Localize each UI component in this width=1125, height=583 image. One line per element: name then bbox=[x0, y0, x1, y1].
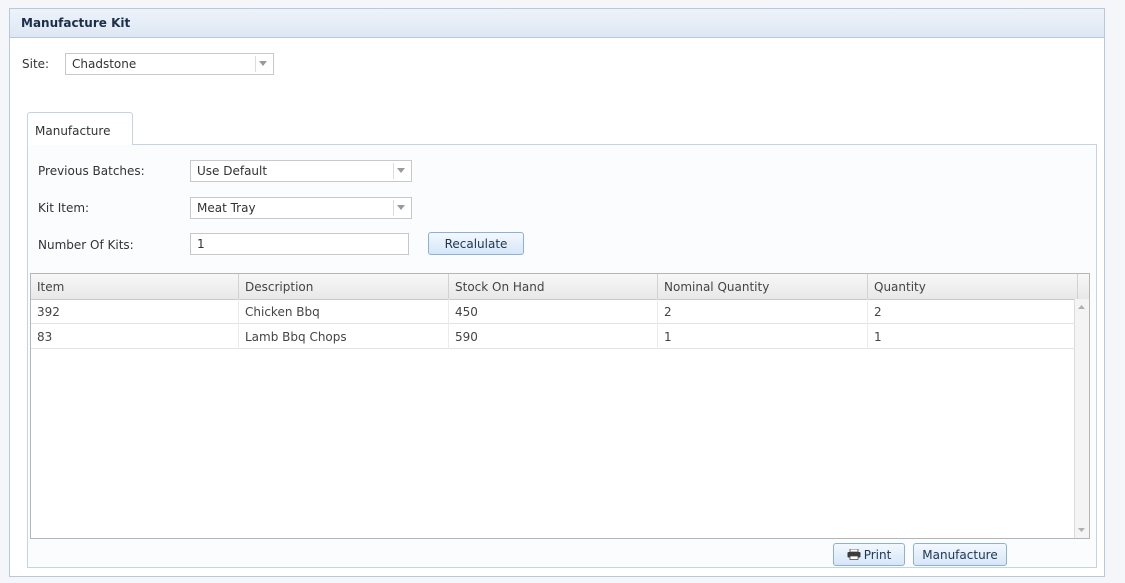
cell-description: Lamb Bbq Chops bbox=[239, 324, 449, 349]
site-value: Chadstone bbox=[72, 57, 137, 71]
printer-icon bbox=[847, 548, 861, 560]
cell-item: 83 bbox=[31, 324, 239, 349]
cell-nominal-quantity: 2 bbox=[658, 299, 868, 324]
grid-header: Item Description Stock On Hand Nominal Q… bbox=[31, 274, 1089, 300]
cell-quantity[interactable]: 1 bbox=[868, 324, 1077, 349]
column-header-item[interactable]: Item bbox=[31, 274, 239, 299]
manufacture-button-label: Manufacture bbox=[922, 547, 998, 562]
cell-description: Chicken Bbq bbox=[239, 299, 449, 324]
chevron-down-icon[interactable] bbox=[393, 200, 408, 216]
previous-batches-label: Previous Batches: bbox=[38, 164, 145, 178]
column-header-nominal-quantity[interactable]: Nominal Quantity bbox=[658, 274, 868, 299]
print-button[interactable]: Print bbox=[833, 543, 905, 566]
site-label: Site: bbox=[22, 57, 50, 71]
grid-vertical-scrollbar[interactable] bbox=[1074, 299, 1089, 538]
manufacture-kit-window: Manufacture Kit Site: Chadstone Manufact… bbox=[9, 8, 1105, 577]
chevron-down-icon[interactable] bbox=[393, 163, 408, 179]
column-header-description[interactable]: Description bbox=[239, 274, 449, 299]
scroll-up-arrow-icon[interactable] bbox=[1078, 305, 1085, 309]
kit-item-label: Kit Item: bbox=[38, 201, 90, 215]
kit-items-grid: Item Description Stock On Hand Nominal Q… bbox=[30, 273, 1090, 539]
site-select[interactable]: Chadstone bbox=[65, 53, 274, 75]
cell-quantity[interactable]: 2 bbox=[868, 299, 1077, 324]
kit-item-select[interactable]: Meat Tray bbox=[190, 197, 412, 219]
manufacture-button[interactable]: Manufacture bbox=[913, 543, 1007, 566]
number-of-kits-label: Number Of Kits: bbox=[38, 238, 134, 252]
cell-stock-on-hand: 450 bbox=[449, 299, 658, 324]
column-header-stock-on-hand[interactable]: Stock On Hand bbox=[449, 274, 658, 299]
tab-manufacture-label: Manufacture bbox=[35, 124, 111, 138]
table-row[interactable]: 392 Chicken Bbq 450 2 2 bbox=[31, 299, 1077, 324]
recalculate-button[interactable]: Recalulate bbox=[428, 232, 524, 255]
tab-manufacture[interactable]: Manufacture bbox=[27, 112, 133, 145]
cell-nominal-quantity: 1 bbox=[658, 324, 868, 349]
cell-item: 392 bbox=[31, 299, 239, 324]
number-of-kits-input[interactable] bbox=[190, 233, 409, 255]
cell-stock-on-hand: 590 bbox=[449, 324, 658, 349]
recalculate-button-label: Recalulate bbox=[444, 236, 508, 251]
table-row[interactable]: 83 Lamb Bbq Chops 590 1 1 bbox=[31, 324, 1077, 349]
column-header-quantity[interactable]: Quantity bbox=[868, 274, 1078, 299]
previous-batches-value: Use Default bbox=[197, 164, 268, 178]
scroll-down-arrow-icon[interactable] bbox=[1078, 528, 1085, 532]
chevron-down-icon[interactable] bbox=[255, 56, 270, 72]
window-title: Manufacture Kit bbox=[21, 16, 131, 30]
previous-batches-select[interactable]: Use Default bbox=[190, 160, 412, 182]
title-bar: Manufacture Kit bbox=[10, 9, 1104, 38]
kit-item-value: Meat Tray bbox=[197, 201, 256, 215]
print-button-label: Print bbox=[863, 547, 892, 562]
